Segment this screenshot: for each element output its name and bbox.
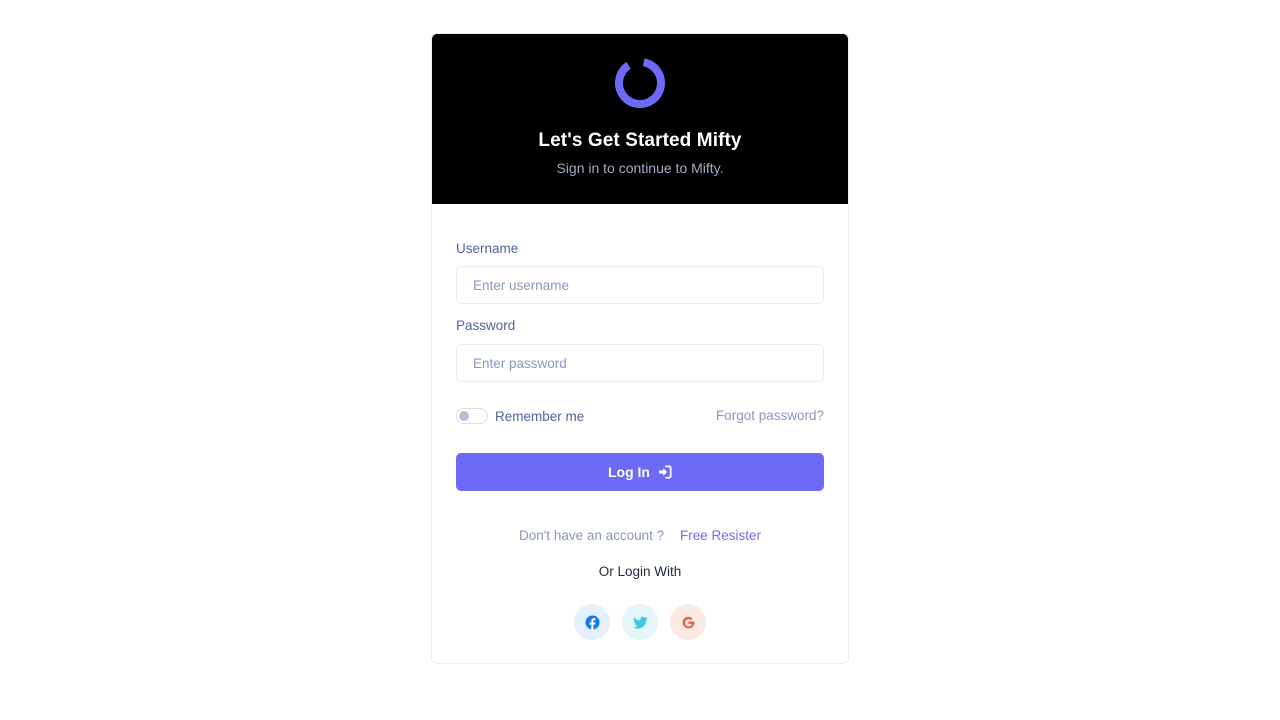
twitter-login-button[interactable] <box>622 604 658 640</box>
ring-logo-icon <box>615 58 665 108</box>
remember-me-toggle[interactable] <box>456 408 488 424</box>
login-button-label: Log In <box>608 464 650 480</box>
username-input[interactable] <box>456 266 824 304</box>
or-login-with-text: Or Login With <box>598 564 682 579</box>
password-label: Password <box>456 318 516 333</box>
twitter-icon <box>632 616 648 629</box>
card-header: Let's Get Started Mifty Sign in to conti… <box>432 34 848 204</box>
toggle-knob <box>459 411 469 421</box>
page-subtitle: Sign in to continue to Mifty. <box>556 160 724 176</box>
page-title: Let's Get Started Mifty <box>538 130 742 151</box>
username-label: Username <box>456 241 519 256</box>
google-login-button[interactable] <box>670 604 706 640</box>
remember-me-label: Remember me <box>495 409 585 424</box>
google-icon <box>682 616 694 628</box>
sign-in-icon <box>658 465 672 479</box>
forgot-password-link[interactable]: Forgot password? <box>716 408 824 423</box>
login-form: Username Password Remember me Forgot pas… <box>432 204 848 663</box>
login-button[interactable]: Log In <box>456 453 824 491</box>
no-account-text: Don't have an account ? <box>519 528 665 543</box>
password-input[interactable] <box>456 344 824 382</box>
login-card: Let's Get Started Mifty Sign in to conti… <box>431 33 849 664</box>
register-link[interactable]: Free Resister <box>680 528 761 543</box>
facebook-icon <box>584 614 600 630</box>
register-row: Don't have an account ? Free Resister <box>432 528 848 543</box>
facebook-login-button[interactable] <box>574 604 610 640</box>
